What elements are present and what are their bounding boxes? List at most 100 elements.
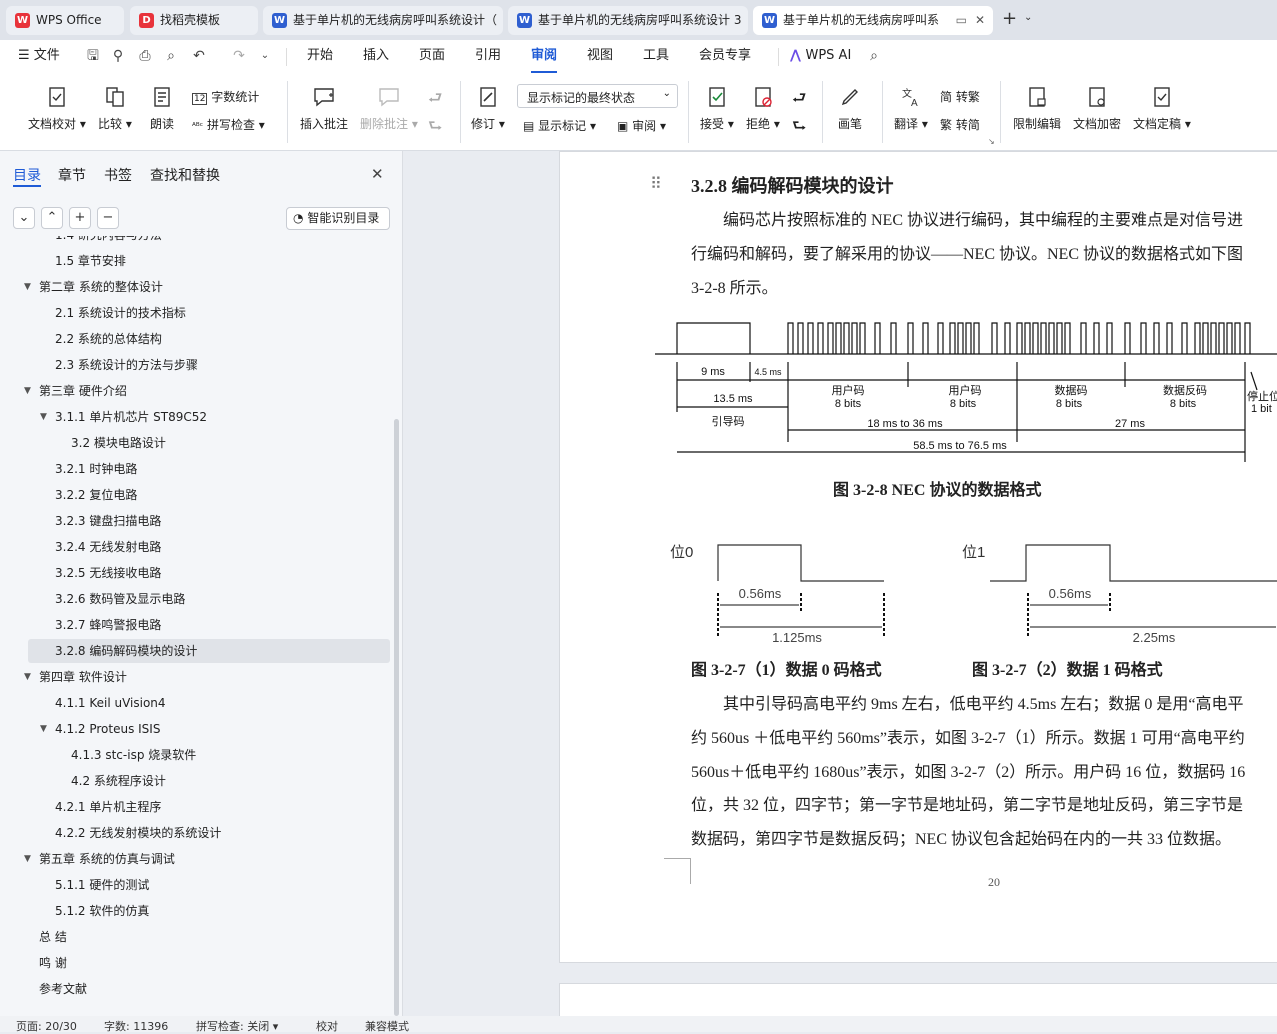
markup-state-select[interactable]: 显示标记的最终状态 ⌄ bbox=[517, 84, 678, 108]
toc-item[interactable]: ▼ 第三章 硬件介绍 bbox=[0, 379, 390, 403]
toc-item[interactable]: ▼ 3.1.1 单片机芯片 ST89C52 bbox=[0, 405, 390, 429]
toc-item[interactable]: 3.2.2 复位电路 bbox=[0, 483, 390, 507]
tab-chapters[interactable]: 章节 bbox=[58, 165, 86, 185]
next-comment-icon[interactable]: ⮑ bbox=[428, 115, 442, 142]
expand-triangle-icon[interactable]: ▼ bbox=[24, 665, 31, 689]
to-simplified-button[interactable]: 繁 转简 bbox=[940, 116, 980, 133]
tab-toc[interactable]: 目录 bbox=[13, 165, 41, 185]
toc-item[interactable]: 5.1.1 硬件的测试 bbox=[0, 873, 390, 897]
drag-handle-icon[interactable]: ⠿ bbox=[650, 174, 662, 193]
menu-review[interactable]: 审阅 bbox=[531, 40, 558, 73]
insert-comment-button[interactable]: 插入批注 bbox=[300, 85, 348, 132]
toc-item[interactable]: 3.2.4 无线发射电路 bbox=[0, 535, 390, 559]
redo-icon[interactable]: ↷ bbox=[230, 47, 248, 65]
reject-button[interactable]: 拒绝 ▾ bbox=[746, 85, 780, 132]
expand-triangle-icon[interactable]: ▼ bbox=[24, 379, 31, 403]
add-heading-icon[interactable]: + bbox=[69, 207, 91, 229]
expand-group-icon[interactable]: ↘ bbox=[988, 137, 995, 146]
toc-item[interactable]: 3.2.3 键盘扫描电路 bbox=[0, 509, 390, 533]
menu-insert[interactable]: 插入 bbox=[363, 40, 389, 73]
expand-up-icon[interactable]: ⌃ bbox=[41, 207, 63, 229]
to-traditional-button[interactable]: 简 转繁 bbox=[940, 88, 980, 105]
close-tab-icon[interactable]: ✕ bbox=[975, 6, 985, 35]
delete-comment-button[interactable]: 删除批注 ▾ bbox=[360, 85, 418, 132]
tab-wps-office[interactable]: W WPS Office bbox=[6, 6, 124, 35]
compare-button[interactable]: 比较 ▾ bbox=[98, 85, 132, 132]
encrypt-button[interactable]: 文档加密 bbox=[1073, 85, 1121, 132]
expand-triangle-icon[interactable]: ▼ bbox=[40, 405, 47, 429]
search-icon[interactable]: ⌕ bbox=[865, 47, 883, 65]
toc-item[interactable]: 3.2.8 编码解码模块的设计 bbox=[28, 639, 390, 663]
tab-doc-active[interactable]: W 基于单片机的无线病房呼叫系 ▭ ✕ bbox=[753, 6, 993, 35]
file-menu[interactable]: ☰ 文件 bbox=[18, 40, 60, 73]
finalize-button[interactable]: 文档定稿 ▾ bbox=[1133, 85, 1191, 132]
toc-item[interactable]: 3.2.7 蜂鸣警报电路 bbox=[0, 613, 390, 637]
toc-item[interactable]: 4.2.1 单片机主程序 bbox=[0, 795, 390, 819]
close-icon[interactable]: ✕ bbox=[371, 165, 384, 183]
toc-item[interactable]: 3.2 模块电路设计 bbox=[0, 431, 390, 455]
translate-button[interactable]: 文A 翻译 ▾ bbox=[894, 85, 928, 132]
read-aloud-button[interactable]: 朗读 bbox=[150, 85, 174, 132]
toc-item[interactable]: 3.2.6 数码管及显示电路 bbox=[0, 587, 390, 611]
print-preview-icon[interactable]: ⌕ bbox=[162, 47, 180, 65]
toc-item[interactable]: 2.1 系统设计的技术指标 bbox=[0, 301, 390, 325]
proof-button[interactable]: 文档校对 ▾ bbox=[28, 85, 86, 132]
toc-item[interactable]: 1.5 章节安排 bbox=[0, 249, 390, 273]
toc-item[interactable]: 2.3 系统设计的方法与步骤 bbox=[0, 353, 390, 377]
prev-change-icon[interactable]: ⮐ bbox=[792, 87, 806, 114]
share-icon[interactable]: ⚲ bbox=[109, 47, 127, 65]
menu-member[interactable]: 会员专享 bbox=[699, 40, 751, 73]
smart-toc-button[interactable]: ◔ 智能识别目录 bbox=[286, 207, 390, 230]
wps-ai-button[interactable]: ⋀ WPS AI bbox=[790, 40, 851, 73]
toc-item[interactable]: 4.1.1 Keil uVision4 bbox=[0, 691, 390, 715]
window-icon[interactable]: ▭ bbox=[956, 6, 967, 35]
toc-item[interactable]: ▼ 第四章 软件设计 bbox=[0, 665, 390, 689]
menu-page[interactable]: 页面 bbox=[419, 40, 445, 73]
toc-item[interactable]: 3.2.1 时钟电路 bbox=[0, 457, 390, 481]
spell-check-button[interactable]: ᴬᴮᶜ 拼写检查 ▾ bbox=[192, 116, 265, 133]
chevron-down-icon[interactable]: ⌄ bbox=[256, 47, 274, 65]
tab-bookmarks[interactable]: 书签 bbox=[104, 165, 132, 185]
remove-heading-icon[interactable]: − bbox=[97, 207, 119, 229]
toc-item[interactable]: ▼ 第二章 系统的整体设计 bbox=[0, 275, 390, 299]
toc-item[interactable]: 4.1.3 stc-isp 烧录软件 bbox=[0, 743, 390, 767]
toc-item[interactable]: 3.2.5 无线接收电路 bbox=[0, 561, 390, 585]
toc-item[interactable]: 鸣 谢 bbox=[0, 951, 390, 975]
review-pane-button[interactable]: ▣ 审阅 ▾ bbox=[617, 117, 666, 134]
toc-item[interactable]: 总 结 bbox=[0, 925, 390, 949]
toc-item[interactable]: 5.1.2 软件的仿真 bbox=[0, 899, 390, 923]
toc-item[interactable]: ▼ 第五章 系统的仿真与调试 bbox=[0, 847, 390, 871]
new-tab-icon[interactable]: + bbox=[1002, 8, 1017, 29]
sidebar-scrollbar[interactable] bbox=[394, 419, 399, 1016]
tab-doc-1[interactable]: W 基于单片机的无线病房呼叫系统设计（ bbox=[263, 6, 503, 35]
tab-docer[interactable]: D 找稻壳模板 bbox=[130, 6, 258, 35]
collapse-all-icon[interactable]: ⌄ bbox=[13, 207, 35, 229]
word-count-button[interactable]: 12 字数统计 bbox=[192, 88, 259, 105]
toc-item[interactable]: 参考文献 bbox=[0, 977, 390, 1001]
toc-item[interactable]: ▼ 4.1.2 Proteus ISIS bbox=[0, 717, 390, 741]
tab-doc-2[interactable]: W 基于单片机的无线病房呼叫系统设计 3 bbox=[508, 6, 748, 35]
prev-comment-icon[interactable]: ⮐ bbox=[428, 87, 442, 114]
accept-button[interactable]: 接受 ▾ bbox=[700, 85, 734, 132]
tab-find-replace[interactable]: 查找和替换 bbox=[150, 165, 220, 185]
menu-start[interactable]: 开始 bbox=[307, 40, 333, 73]
revise-button[interactable]: 修订 ▾ bbox=[471, 85, 505, 132]
menu-view[interactable]: 视图 bbox=[587, 40, 613, 73]
next-change-icon[interactable]: ⮑ bbox=[792, 115, 806, 142]
menu-tools[interactable]: 工具 bbox=[643, 40, 669, 73]
save-icon[interactable]: 🖫 bbox=[84, 47, 102, 65]
toc-item[interactable]: 1.4 研究内容与方法 bbox=[0, 236, 390, 247]
restrict-edit-button[interactable]: 限制编辑 bbox=[1013, 85, 1061, 132]
print-icon[interactable]: ⎙ bbox=[136, 47, 154, 65]
pen-button[interactable]: 画笔 bbox=[838, 85, 862, 132]
menu-reference[interactable]: 引用 bbox=[475, 40, 501, 73]
expand-triangle-icon[interactable]: ▼ bbox=[24, 847, 31, 871]
show-marks-button[interactable]: ▤ 显示标记 ▾ bbox=[523, 117, 596, 134]
toc-item[interactable]: 4.2 系统程序设计 bbox=[0, 769, 390, 793]
chevron-down-icon[interactable]: ⌄ bbox=[1024, 12, 1032, 23]
toc-item[interactable]: 2.2 系统的总体结构 bbox=[0, 327, 390, 351]
expand-triangle-icon[interactable]: ▼ bbox=[24, 275, 31, 299]
toc-item[interactable]: 4.2.2 无线发射模块的系统设计 bbox=[0, 821, 390, 845]
expand-triangle-icon[interactable]: ▼ bbox=[40, 717, 47, 741]
undo-icon[interactable]: ↶ bbox=[190, 47, 208, 65]
